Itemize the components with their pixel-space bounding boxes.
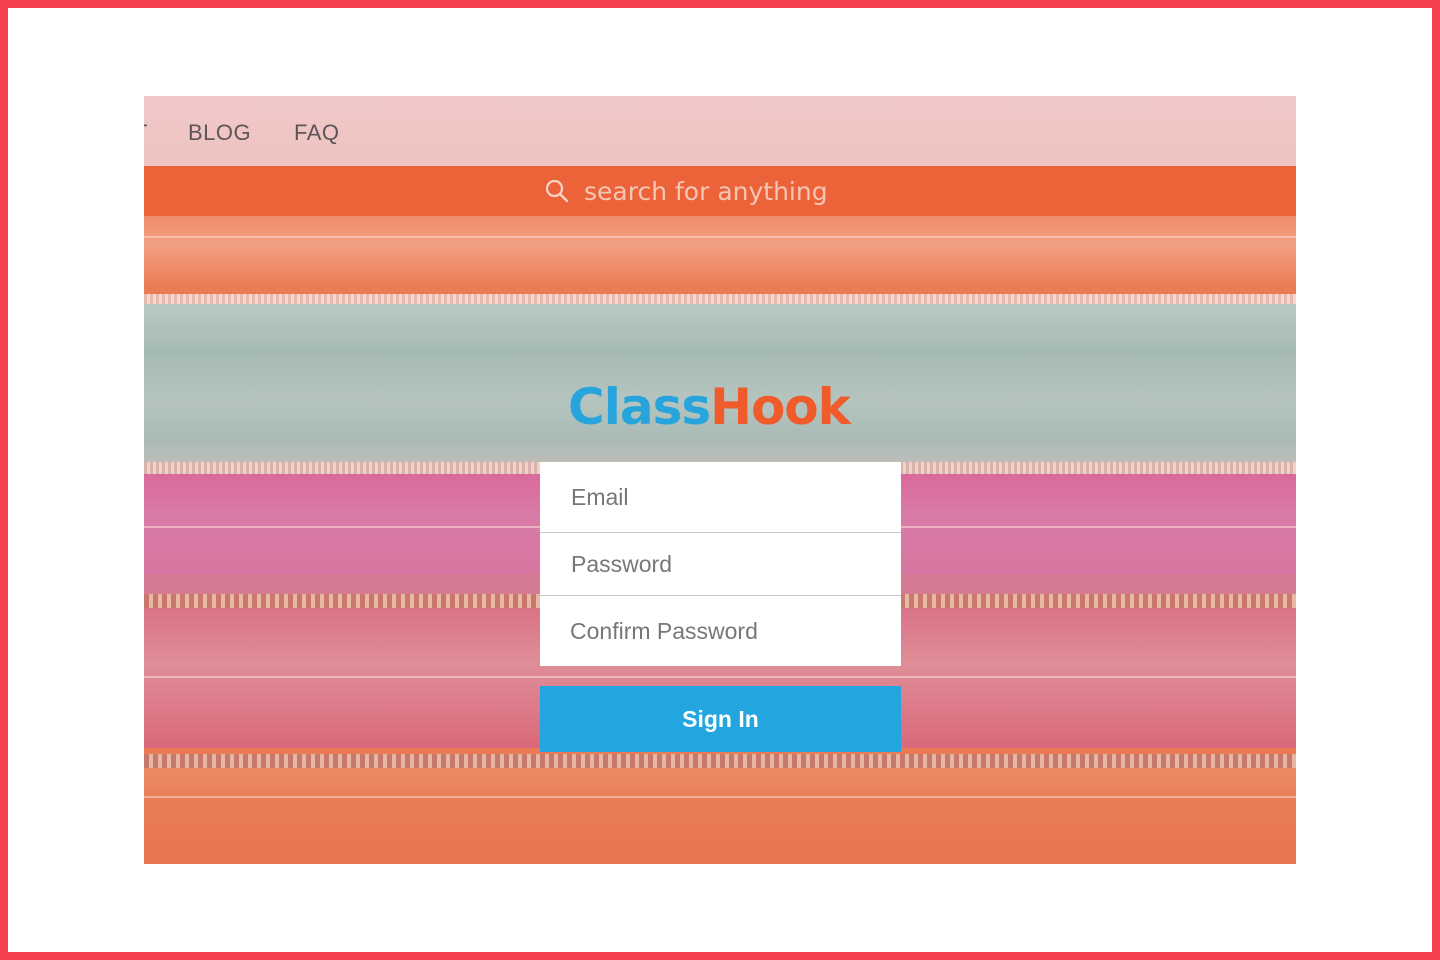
stitch-line [144, 796, 1296, 798]
stripe-trim [144, 294, 1296, 304]
classhook-logo: ClassHook [568, 378, 872, 436]
stitch-line [144, 676, 1296, 678]
stitch-line [144, 236, 1296, 238]
stripe-bottom [144, 768, 1296, 864]
logo-text-class: Class [568, 378, 711, 436]
logo-text-hook: Hook [710, 378, 851, 436]
stripe-trim [144, 754, 1296, 768]
password-field[interactable] [540, 533, 901, 595]
search-bar [144, 166, 1296, 216]
nav-link-faq[interactable]: FAQ [294, 120, 340, 146]
top-nav: T BLOG FAQ [144, 96, 1296, 166]
app-screen: T BLOG FAQ ClassHook Sign In [144, 96, 1296, 864]
confirm-password-field[interactable] [540, 596, 901, 666]
search-icon[interactable] [544, 178, 570, 204]
signup-form [540, 462, 901, 666]
stripe-peach [144, 216, 1296, 298]
nav-link-blog[interactable]: BLOG [188, 120, 251, 146]
email-field[interactable] [540, 462, 901, 532]
nav-link-partial[interactable]: T [144, 120, 148, 146]
sign-in-button[interactable]: Sign In [540, 686, 901, 752]
search-input[interactable] [584, 172, 984, 210]
